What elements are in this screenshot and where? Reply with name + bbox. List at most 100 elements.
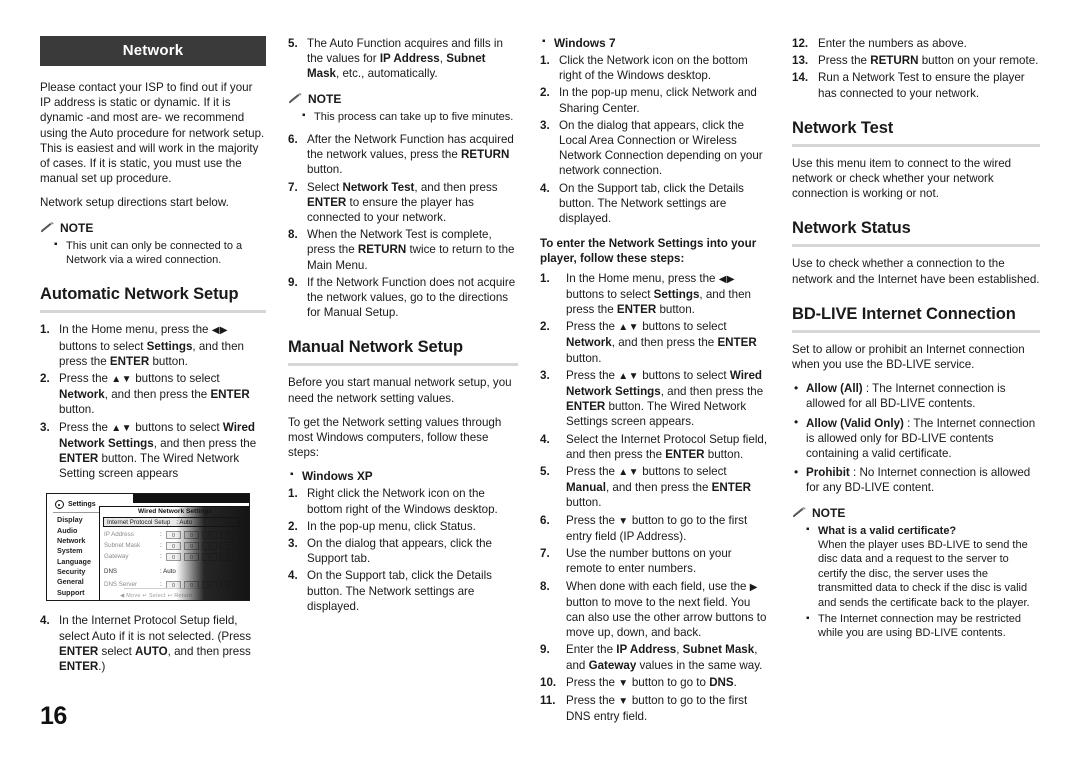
- note-list-intro: This unit can only be connected to a Net…: [52, 238, 266, 268]
- note-item-text: When the player uses BD-LIVE to send the…: [818, 538, 1030, 609]
- intro-paragraph: Please contact your ISP to find out if y…: [40, 81, 265, 186]
- column-2: 5. The Auto Function acquires and fills i…: [288, 36, 540, 686]
- intro-paragraph-2: Network setup directions start below.: [40, 196, 229, 210]
- step-text: Press the ▲▼ buttons to select Manual, a…: [566, 465, 751, 510]
- list-item: 2. Press the ▲▼ buttons to select Network…: [540, 319, 770, 366]
- list-item: 8. When done with each field, use the ▶ b…: [540, 579, 770, 641]
- heading-rule: [792, 329, 1040, 333]
- enter-network-settings-lead: To enter the Network Settings into your …: [540, 237, 757, 266]
- step-number: 1.: [540, 54, 550, 67]
- list-item: 4. In the Internet Protocol Setup field, …: [40, 613, 266, 674]
- list-item: 1. In the Home menu, press the ◀▶ buttons…: [540, 271, 770, 318]
- step-number: 5.: [288, 37, 298, 50]
- screen-title: Settings: [68, 501, 96, 509]
- bd-live-options: Allow (All) : The Internet connection is…: [792, 381, 1040, 495]
- automatic-setup-steps: 1. In the Home menu, press the ◀▶ buttons…: [40, 322, 266, 481]
- automatic-setup-steps-col2b: 6. After the Network Function has acquire…: [288, 132, 518, 320]
- step-text: Press the ▼ button to go to the first DN…: [566, 693, 748, 724]
- note-item: This process can take up to five minutes…: [300, 109, 518, 124]
- automatic-setup-steps-after: 4. In the Internet Protocol Setup field, …: [40, 613, 266, 674]
- step-number: 11.: [540, 693, 556, 707]
- list-item: 14. Run a Network Test to ensure the play…: [792, 70, 1040, 100]
- step-number: 10.: [540, 675, 557, 689]
- step-text: Press the ▲▼ buttons to select Wired Net…: [566, 368, 764, 429]
- note-block-auto: NOTE This process can take up to five mi…: [288, 92, 518, 124]
- step-number: 6.: [540, 513, 550, 527]
- step-text: Enter the IP Address, Subnet Mask, and G…: [566, 643, 763, 672]
- step-number: 12.: [792, 37, 809, 50]
- dns-value: : Auto: [160, 568, 176, 576]
- pencil-note-icon: [792, 506, 807, 519]
- enter-network-settings-steps-cont: 12. Enter the numbers as above. 13. Press …: [792, 36, 1040, 101]
- note-item-title: What is a valid certificate?: [818, 524, 957, 537]
- step-number: 8.: [540, 579, 550, 593]
- note-item: What is a valid certificate? When the pl…: [804, 523, 1040, 610]
- gateway-label: Gateway: [104, 553, 129, 561]
- heading-manual-network-setup: Manual Network Setup: [288, 338, 463, 357]
- column-4: 12. Enter the numbers as above. 13. Press …: [792, 36, 1040, 686]
- step-number: 1.: [540, 271, 550, 285]
- column-1: Network Please contact your ISP to find …: [40, 36, 288, 686]
- list-item: Prohibit : No Internet connection is all…: [792, 465, 1040, 495]
- step-text: Press the ▼ button to go to the first en…: [566, 513, 748, 543]
- list-item: 8. When the Network Test is complete, pre…: [288, 227, 518, 273]
- bd-live-paragraph: Set to allow or prohibit an Internet con…: [792, 342, 1025, 371]
- list-item: 13. Press the RETURN button on your remot…: [792, 53, 1040, 68]
- step-text: Select the Internet Protocol Setup field…: [566, 432, 768, 461]
- network-status-paragraph: Use to check whether a connection to the…: [792, 257, 1040, 286]
- list-item: 4. Select the Internet Protocol Setup fie…: [540, 432, 770, 462]
- step-text: Press the ▼ button to go to DNS.: [566, 675, 737, 689]
- step-number: 3.: [540, 368, 550, 382]
- list-item: 3. On the dialog that appears, click the …: [288, 536, 518, 566]
- note-list-auto: This process can take up to five minutes…: [300, 109, 518, 124]
- subnet-mask-label: Subnet Mask: [104, 542, 141, 550]
- step-text: In the Home menu, press the ◀▶ buttons t…: [59, 323, 244, 368]
- list-item: 2. In the pop-up menu, click Status.: [288, 519, 518, 534]
- note-item: The Internet connection may be restricte…: [804, 612, 1040, 641]
- note-item: This unit can only be connected to a Net…: [52, 238, 266, 268]
- list-item: 1. Right click the Network icon on the bo…: [288, 486, 518, 516]
- windows-7-steps: 1. Click the Network icon on the bottom r…: [540, 53, 770, 226]
- manual-setup-paragraph-1: Before you start manual network setup, y…: [288, 376, 512, 405]
- step-text: Click the Network icon on the bottom rig…: [559, 54, 748, 83]
- step-number: 14.: [792, 71, 809, 85]
- list-item: 7. Use the number buttons on your remote …: [540, 546, 770, 576]
- note-label: NOTE: [308, 91, 342, 106]
- enter-network-settings-steps: 1. In the Home menu, press the ◀▶ buttons…: [540, 271, 770, 725]
- note-item-text: The Internet connection may be restricte…: [818, 613, 1021, 640]
- step-number: 4.: [40, 614, 50, 628]
- list-item: 6. Press the ▼ button to go to the first …: [540, 513, 770, 544]
- step-number: 3.: [540, 118, 550, 132]
- pencil-note-icon: [288, 92, 303, 105]
- page-columns: Network Please contact your ISP to find …: [40, 36, 1040, 723]
- step-number: 13.: [792, 54, 809, 68]
- note-heading: NOTE: [40, 221, 266, 235]
- step-text: Run a Network Test to ensure the player …: [818, 71, 1025, 100]
- dns-label: DNS: [104, 568, 118, 576]
- heading-rule: [792, 143, 1040, 147]
- chapter-title-bar: Network: [40, 36, 266, 66]
- heading-rule: [288, 363, 518, 367]
- list-item: 1. Click the Network icon on the bottom r…: [540, 53, 770, 83]
- step-number: 2.: [40, 372, 50, 386]
- step-number: 9.: [288, 275, 298, 289]
- gear-icon: [55, 500, 64, 510]
- step-number: 4.: [288, 569, 298, 583]
- column-3: Windows 7 1. Click the Network icon on th…: [540, 36, 792, 723]
- step-text: On the Support tab, click the Details bu…: [307, 569, 492, 613]
- list-item: 3. On the dialog that appears, click the …: [540, 118, 770, 179]
- note-list-bdlive: What is a valid certificate? When the pl…: [804, 523, 1040, 641]
- heading-rule: [792, 244, 1040, 248]
- list-item: 9. If the Network Function does not acqui…: [288, 275, 518, 321]
- step-text: When done with each field, use the ▶ but…: [566, 579, 767, 640]
- platform-label-windows-xp: Windows XP: [288, 469, 518, 483]
- note-block-bdlive: NOTE What is a valid certificate? When t…: [792, 506, 1040, 641]
- list-item: 4. On the Support tab, click the Details …: [540, 181, 770, 227]
- note-block-intro: NOTE This unit can only be connected to …: [40, 221, 266, 268]
- step-text: Right click the Network icon on the bott…: [307, 487, 498, 516]
- step-text: Enter the numbers as above.: [818, 37, 967, 50]
- step-number: 8.: [288, 228, 298, 242]
- step-number: 7.: [288, 180, 298, 194]
- note-heading: NOTE: [792, 506, 1040, 520]
- step-text: When the Network Test is complete, press…: [307, 228, 515, 272]
